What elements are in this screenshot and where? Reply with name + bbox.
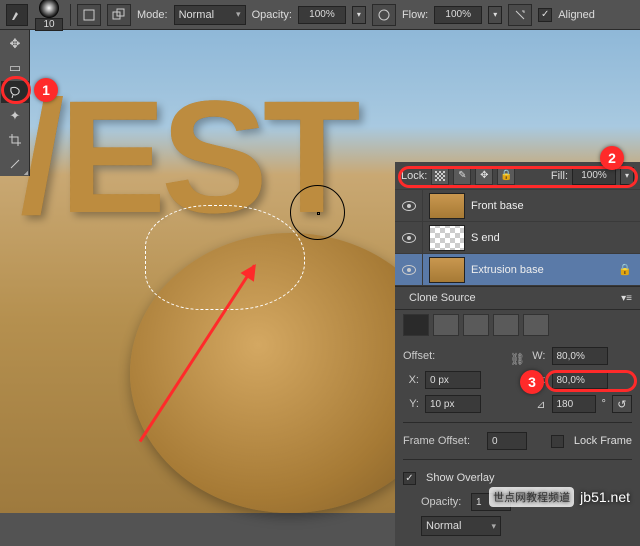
clone-source-2-button[interactable]	[433, 314, 459, 336]
reset-transform-button[interactable]: ↺	[612, 395, 632, 413]
callout-badge-1: 1	[34, 78, 58, 102]
clone-brush-cursor	[290, 185, 345, 240]
clone-source-panel-header: Clone Source ▾≡	[395, 286, 640, 310]
show-overlay-label: Show Overlay	[426, 472, 494, 484]
flow-label: Flow:	[402, 9, 428, 21]
magic-wand-tool[interactable]: ✦	[1, 105, 29, 127]
layer-name[interactable]: Front base	[471, 200, 640, 212]
eyedropper-tool[interactable]	[1, 153, 29, 175]
aligned-label: Aligned	[558, 9, 595, 21]
offset-y-field[interactable]	[425, 395, 481, 413]
opacity-dropdown[interactable]: ▾	[352, 6, 366, 24]
offset-x-field[interactable]	[425, 371, 481, 389]
scale-w-field[interactable]	[552, 347, 608, 365]
overlay-blend-select[interactable]: Normal	[421, 516, 501, 536]
clone-source-3-button[interactable]	[463, 314, 489, 336]
layer-name[interactable]: S end	[471, 232, 640, 244]
brush-size-field[interactable]	[35, 18, 63, 31]
airbrush-button[interactable]	[508, 4, 532, 26]
frame-offset-label: Frame Offset:	[403, 435, 481, 447]
offset-label: Offset:	[403, 350, 447, 362]
show-overlay-checkbox[interactable]: ✓	[403, 472, 416, 485]
layers-list: Front base S end Extrusion base 🔒	[395, 190, 640, 286]
brush-preset-picker[interactable]	[34, 0, 64, 31]
clone-source-1-button[interactable]	[403, 314, 429, 336]
layer-row[interactable]: S end	[395, 222, 640, 254]
lock-frame-label: Lock Frame	[574, 435, 632, 447]
w-label: W:	[530, 350, 546, 362]
callout-highlight-3	[545, 370, 637, 392]
flow-field[interactable]	[434, 6, 482, 24]
eye-icon[interactable]	[402, 265, 416, 275]
opacity-field[interactable]	[298, 6, 346, 24]
layer-row[interactable]: Front base	[395, 190, 640, 222]
toggle-brush-panel-button[interactable]	[77, 4, 101, 26]
rotate-field[interactable]	[552, 395, 596, 413]
layer-thumbnail[interactable]	[429, 257, 465, 283]
flow-dropdown[interactable]: ▾	[488, 6, 502, 24]
callout-highlight-1	[1, 76, 31, 104]
lasso-selection-marquee	[145, 205, 305, 310]
link-wh-icon[interactable]: ⛓	[510, 344, 526, 374]
callout-badge-3: 3	[520, 370, 544, 394]
clone-source-tab[interactable]: Clone Source	[403, 292, 482, 304]
angle-icon: ⊿	[530, 398, 546, 411]
panel-menu-icon[interactable]: ▾≡	[621, 293, 632, 304]
lock-icon: 🔒	[618, 263, 634, 276]
x-label: X:	[403, 374, 419, 386]
overlay-opacity-label: Opacity:	[421, 496, 465, 508]
layer-name[interactable]: Extrusion base	[471, 264, 618, 276]
blend-mode-select[interactable]: Normal	[174, 5, 246, 25]
crop-tool[interactable]	[1, 129, 29, 151]
move-tool[interactable]: ✥	[1, 33, 29, 55]
tool-preset-picker[interactable]	[6, 4, 28, 26]
clone-source-panel: Offset: X: Y: ⛓ W: H:	[395, 310, 640, 546]
lock-frame-checkbox[interactable]	[551, 435, 564, 448]
clone-source-5-button[interactable]	[523, 314, 549, 336]
mode-label: Mode:	[137, 9, 168, 21]
separator	[70, 4, 71, 26]
aligned-checkbox[interactable]: ✓	[538, 8, 552, 22]
callout-badge-2: 2	[600, 146, 624, 170]
degree-label: °	[602, 398, 606, 410]
watermark: 世点网教程频道 jb51.net	[489, 487, 630, 507]
clone-source-panel-button[interactable]	[107, 4, 131, 26]
eye-icon[interactable]	[402, 201, 416, 211]
pressure-opacity-button[interactable]	[372, 4, 396, 26]
y-label: Y:	[403, 398, 419, 410]
frame-offset-field[interactable]	[487, 432, 527, 450]
clone-source-4-button[interactable]	[493, 314, 519, 336]
layer-row[interactable]: Extrusion base 🔒	[395, 254, 640, 286]
callout-highlight-2	[398, 166, 638, 188]
layer-thumbnail[interactable]	[429, 193, 465, 219]
brush-preview-icon	[39, 0, 59, 18]
layer-thumbnail[interactable]	[429, 225, 465, 251]
watermark-sub: 世点网教程频道	[489, 487, 574, 507]
options-bar: Mode: Normal Opacity: ▾ Flow: ▾ ✓ Aligne…	[0, 0, 640, 30]
watermark-url: jb51.net	[580, 489, 630, 505]
eye-icon[interactable]	[402, 233, 416, 243]
opacity-label: Opacity:	[252, 9, 292, 21]
